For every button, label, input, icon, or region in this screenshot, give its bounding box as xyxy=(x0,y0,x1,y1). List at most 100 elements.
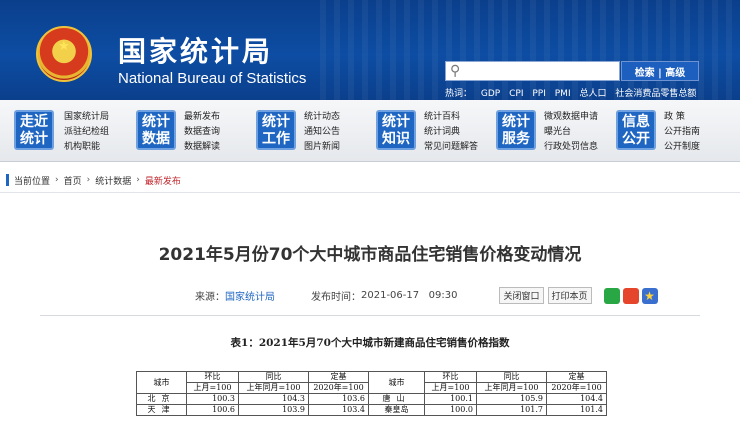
close-window-button[interactable]: 关闭窗口 xyxy=(499,287,544,304)
subheader-yoy: 上年同月=100 xyxy=(238,382,309,394)
value-cell: 103.9 xyxy=(238,404,309,416)
table-header-row: 城市 环比 同比 定基 城市 环比 同比 定基 xyxy=(136,371,607,394)
subheader-base: 2020年=100 xyxy=(546,382,607,394)
breadcrumb-label: 当前位置 xyxy=(14,176,51,187)
value-cell: 103.6 xyxy=(308,393,369,405)
meta-divider xyxy=(40,315,700,316)
search-button[interactable]: 检索 | 高级 xyxy=(621,61,699,81)
nav-link[interactable]: 统计词典 xyxy=(424,125,478,140)
wechat-share-icon[interactable] xyxy=(603,287,620,304)
value-cell: 105.9 xyxy=(476,393,547,405)
breadcrumb-separator-icon: › xyxy=(136,175,140,185)
column-header-base: 定基 xyxy=(308,371,369,383)
hot-word-link[interactable]: PMI xyxy=(555,89,571,99)
breadcrumb-divider xyxy=(0,192,740,193)
header-skyline-decoration xyxy=(320,0,740,100)
hot-word-link[interactable]: GDP xyxy=(481,89,500,99)
table-row: 北京 100.3 104.3 103.6 唐山 100.1 105.9 104.… xyxy=(136,393,607,405)
value-cell: 103.4 xyxy=(308,404,369,416)
hot-word-link[interactable]: 社会消费品零售总额 xyxy=(615,89,696,99)
search-input[interactable]: ⚲ xyxy=(445,61,620,81)
nav-links-knowledge: 统计百科 统计词典 常见问题解答 xyxy=(424,110,478,155)
nav-link[interactable]: 曝光台 xyxy=(544,125,598,140)
nav-badge-service[interactable]: 统计 服务 xyxy=(496,110,536,150)
nav-badge-disclosure[interactable]: 信息 公开 xyxy=(616,110,656,150)
column-header-city: 城市 xyxy=(136,371,187,394)
favorite-star-icon[interactable]: ★ xyxy=(641,287,658,304)
main-navigation: 走近 统计 国家统计局 派驻纪检组 机构职能 统计 数据 最新发布 数据查询 数据解… xyxy=(0,100,740,162)
column-header-city: 城市 xyxy=(368,371,425,394)
nav-link[interactable]: 最新发布 xyxy=(184,110,220,125)
column-header-mom: 环比 xyxy=(186,371,239,383)
nav-link[interactable]: 派驻纪检组 xyxy=(64,125,109,140)
value-cell: 100.3 xyxy=(186,393,239,405)
date-label: 发布时间： xyxy=(311,292,361,303)
hot-words-bar: 热词： GDP CPI PPI PMI 总人口 社会消费品零售总额 xyxy=(445,86,702,99)
breadcrumb-item-data[interactable]: 统计数据 xyxy=(95,174,131,187)
nav-link[interactable]: 公开指南 xyxy=(664,125,700,140)
nav-link[interactable]: 数据查询 xyxy=(184,125,220,140)
price-index-table: 城市 环比 同比 定基 城市 环比 同比 定基 上月=100 上年同月=100 … xyxy=(136,371,607,416)
nav-link[interactable]: 常见问题解答 xyxy=(424,140,478,155)
article-title: 2021年5月份70个大中城市商品住宅销售价格变动情况 xyxy=(158,245,582,265)
value-cell: 101.4 xyxy=(546,404,607,416)
hot-word-link[interactable]: CPI xyxy=(509,89,523,99)
publish-date: 2021-06-17 09:30 xyxy=(361,290,458,301)
nav-link[interactable]: 统计百科 xyxy=(424,110,478,125)
nav-links-disclosure: 政 策 公开指南 公开制度 xyxy=(664,110,700,155)
breadcrumb: 当前位置 › 首页 › 统计数据 › 最新发布 xyxy=(6,172,181,188)
nav-link[interactable]: 统计动态 xyxy=(304,110,340,125)
value-cell: 100.0 xyxy=(424,404,477,416)
value-cell: 104.3 xyxy=(238,393,309,405)
nav-badge-work[interactable]: 统计 工作 xyxy=(256,110,296,150)
breadcrumb-marker-icon xyxy=(6,174,9,186)
table-row: 天津 100.6 103.9 103.4 秦皇岛 100.0 101.7 101… xyxy=(136,404,607,416)
nav-link[interactable]: 行政处罚信息 xyxy=(544,140,598,155)
source-link[interactable]: 国家统计局 xyxy=(225,288,275,303)
value-cell: 101.7 xyxy=(476,404,547,416)
hot-word-link[interactable]: 总人口 xyxy=(579,89,606,99)
value-cell: 100.6 xyxy=(186,404,239,416)
nav-links-work: 统计动态 通知公告 图片新闻 xyxy=(304,110,340,155)
nav-link[interactable]: 政 策 xyxy=(664,110,700,125)
subheader-yoy: 上年同月=100 xyxy=(476,382,547,394)
hot-word-link[interactable]: PPI xyxy=(532,89,546,99)
nav-link[interactable]: 机构职能 xyxy=(64,140,109,155)
site-title-english: National Bureau of Statistics xyxy=(118,70,307,87)
site-header: ★ 国家统计局 National Bureau of Statistics ⚲ … xyxy=(0,0,740,100)
subheader-base: 2020年=100 xyxy=(308,382,369,394)
hot-words-label: 热词： xyxy=(445,89,473,99)
source-label: 来源： xyxy=(195,292,225,303)
city-cell: 天津 xyxy=(136,404,187,416)
print-page-button[interactable]: 打印本页 xyxy=(547,287,592,304)
breadcrumb-separator-icon: › xyxy=(86,175,91,185)
nav-link[interactable]: 微观数据申请 xyxy=(544,110,598,125)
nav-badge-about[interactable]: 走近 统计 xyxy=(14,110,54,150)
national-emblem-icon: ★ xyxy=(36,26,92,82)
breadcrumb-item-home[interactable]: 首页 xyxy=(64,174,82,187)
city-cell: 唐山 xyxy=(368,393,425,405)
nav-badge-data[interactable]: 统计 数据 xyxy=(136,110,176,150)
column-header-mom: 环比 xyxy=(424,371,477,383)
nav-link[interactable]: 数据解读 xyxy=(184,140,220,155)
nav-link[interactable]: 图片新闻 xyxy=(304,140,340,155)
search-icon: ⚲ xyxy=(450,63,461,79)
nav-links-about: 国家统计局 派驻纪检组 机构职能 xyxy=(64,110,109,155)
weibo-share-icon[interactable] xyxy=(622,287,639,304)
nav-links-data: 最新发布 数据查询 数据解读 xyxy=(184,110,220,155)
nav-links-service: 微观数据申请 曝光台 行政处罚信息 xyxy=(544,110,598,155)
nav-link[interactable]: 国家统计局 xyxy=(64,110,109,125)
city-cell: 秦皇岛 xyxy=(368,404,425,416)
value-cell: 100.1 xyxy=(424,393,477,405)
nav-badge-knowledge[interactable]: 统计 知识 xyxy=(376,110,416,150)
city-cell: 北京 xyxy=(136,393,187,405)
table-caption: 表1：2021年5月70个大中城市新建商品住宅销售价格指数 xyxy=(230,337,510,349)
column-header-yoy: 同比 xyxy=(238,371,309,383)
column-header-base: 定基 xyxy=(546,371,607,383)
site-title-chinese[interactable]: 国家统计局 xyxy=(118,30,273,70)
nav-link[interactable]: 通知公告 xyxy=(304,125,340,140)
breadcrumb-item-current[interactable]: 最新发布 xyxy=(145,174,181,187)
column-header-yoy: 同比 xyxy=(476,371,547,383)
value-cell: 104.4 xyxy=(546,393,607,405)
nav-link[interactable]: 公开制度 xyxy=(664,140,700,155)
